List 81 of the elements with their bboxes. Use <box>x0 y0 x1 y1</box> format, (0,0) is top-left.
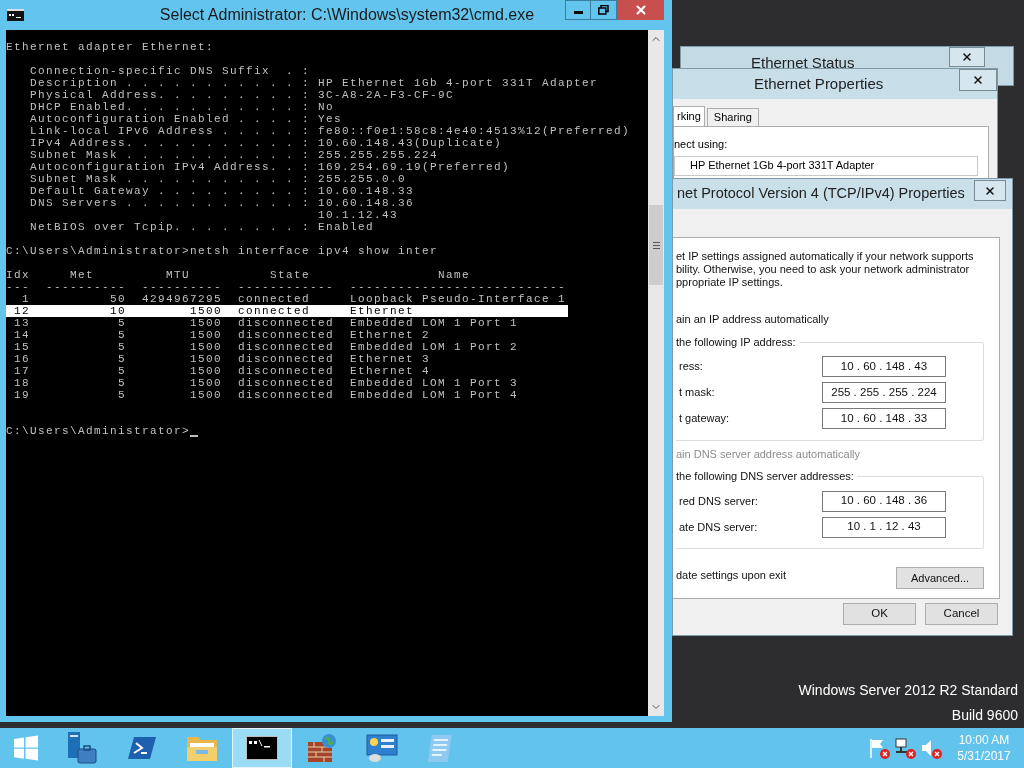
tab[interactable]: rking <box>673 106 705 126</box>
maximize-button[interactable] <box>591 0 617 20</box>
console-line: DNS Servers . . . . . . . . . . . : 10.60.148.36 <box>29 197 415 209</box>
brick-wall-globe-icon <box>306 732 338 764</box>
ip-address-field[interactable]: 10 . 60 . 148 . 43 <box>822 356 946 377</box>
console-line: C:\Users\Administrator>netsh interface ipv4 show inter <box>6 245 439 257</box>
console-prompt: C:\Users\Administrator> <box>6 425 191 437</box>
field-label: red DNS server: <box>679 493 759 509</box>
tab[interactable]: Sharing <box>706 108 759 126</box>
flag-error-icon[interactable] <box>868 737 890 759</box>
console-line: Physical Address. . . . . . . . . : 3C-A8-2A-F3-CF-9C <box>29 89 455 101</box>
network-error-icon[interactable] <box>894 737 916 759</box>
taskbar-button[interactable] <box>232 728 292 768</box>
dialog-button[interactable]: Cancel <box>925 603 998 625</box>
console-line[interactable]: 18 5 1500 disconnected Embedded LOM 1 Port 3 <box>6 377 568 389</box>
console-line: Ethernet adapter Ethernet: <box>6 41 215 53</box>
close-button[interactable] <box>974 180 1006 201</box>
connect-label: nect using: <box>674 137 729 152</box>
console-line[interactable]: 17 5 1500 disconnected Ethernet 4 <box>6 365 568 377</box>
console-line: NetBIOS over Tcpip. . . . . . . . : Enabled <box>29 221 375 233</box>
console-line[interactable]: 14 5 1500 disconnected Ethernet 2 <box>6 329 568 341</box>
console-line: Autoconfiguration IPv4 Address. . : 169.254.69.19(Preferred) <box>29 161 511 173</box>
terminal-prompt-icon <box>127 735 157 761</box>
dialog-title: net Protocol Version 4 (TCP/IPv4) Properties <box>677 184 965 204</box>
console-line: Autoconfiguration Enabled . . . . : Yes <box>29 113 343 125</box>
close-button[interactable] <box>617 0 664 20</box>
control-panel-icon <box>366 733 398 763</box>
field-label: t mask: <box>679 385 716 401</box>
console-line: Description . . . . . . . . . . . : HP Ethernet 1Gb 4-port 331T Adapter <box>29 77 599 89</box>
console-line[interactable]: 15 5 1500 disconnected Embedded LOM 1 Port 2 <box>6 341 568 353</box>
radio-label[interactable]: ain an IP address automatically <box>676 311 999 328</box>
intro-text: ppropriate IP settings. <box>676 276 784 289</box>
console-line[interactable]: 1 50 4294967295 connected Loopback Pseudo-Interface 1 <box>6 293 568 305</box>
console-app-icon <box>7 9 24 21</box>
close-icon <box>633 3 648 17</box>
field-label: t gateway: <box>679 411 731 427</box>
console-line: Idx Met MTU State Name <box>6 269 471 281</box>
adapter-field: HP Ethernet 1Gb 4-port 331T Adapter <box>674 155 978 176</box>
close-icon <box>972 74 984 86</box>
advanced-button[interactable]: Advanced... <box>896 567 984 589</box>
console-line: 10.1.12.43 <box>317 209 399 221</box>
console-window-icon <box>246 736 278 760</box>
intro-text: bility. Otherwise, you need to ask your network administrator <box>676 263 971 276</box>
build-text: Build 9600 <box>951 706 1018 725</box>
minimize-icon <box>573 11 583 14</box>
ip-address-field[interactable]: 10 . 60 . 148 . 33 <box>822 408 946 429</box>
dialog-button[interactable]: OK <box>843 603 916 625</box>
server-toolbox-icon <box>66 731 98 765</box>
console-line: Link-local IPv6 Address . . . . . : fe80::f0e1:58c8:4e40:4513%12(Preferred) <box>29 125 631 137</box>
scroll-thumb[interactable] <box>649 205 663 285</box>
console-line[interactable]: 16 5 1500 disconnected Ethernet 3 <box>6 353 568 365</box>
scrollbar[interactable] <box>648 30 664 716</box>
console-line: Connection-specific DNS Suffix . : <box>29 65 311 77</box>
dialog-title: Ethernet Status <box>751 53 855 73</box>
console-line: --- ---------- ---------- ------------ --------------------------- <box>6 281 567 293</box>
windows-logo-icon <box>13 735 39 761</box>
window-title: Select Administrator: C:\Windows\system32\cmd.exe <box>159 5 535 25</box>
field-label: ate DNS server: <box>679 519 759 535</box>
edition-text: Windows Server 2012 R2 Standard <box>798 681 1018 700</box>
ip-address-field[interactable]: 255 . 255 . 255 . 224 <box>822 382 946 403</box>
console-line: IPv4 Address. . . . . . . . . . . : 10.60.148.43(Duplicate) <box>29 137 503 149</box>
console-line: Default Gateway . . . . . . . . . : 10.60.148.33 <box>29 185 415 197</box>
field-label: ress: <box>679 359 704 375</box>
console-line[interactable]: 19 5 1500 disconnected Embedded LOM 1 Port 4 <box>6 389 568 401</box>
intro-text: et IP settings assigned automatically if your network supports <box>676 250 975 263</box>
close-button[interactable] <box>949 47 985 67</box>
group-legend: the following DNS server addresses: <box>676 469 857 483</box>
text-cursor <box>190 435 199 437</box>
close-button[interactable] <box>959 69 997 91</box>
close-icon <box>961 51 973 63</box>
close-icon <box>984 184 996 197</box>
console-line: Subnet Mask . . . . . . . . . . . : 255.255.255.224 <box>29 149 439 161</box>
console-line: DHCP Enabled. . . . . . . . . . . : No <box>29 101 335 113</box>
ip-address-field[interactable]: 10 . 60 . 148 . 36 <box>822 490 946 512</box>
dialog-title: Ethernet Properties <box>754 73 884 94</box>
minimize-button[interactable] <box>565 0 591 20</box>
ip-address-field[interactable]: 10 . 1 . 12 . 43 <box>822 516 946 538</box>
checkbox-label[interactable]: date settings upon exit <box>676 566 787 584</box>
console-line[interactable]: 13 5 1500 disconnected Embedded LOM 1 Port 1 <box>6 317 568 329</box>
console-line: Subnet Mask . . . . . . . . . . . : 255.255.0.0 <box>29 173 407 185</box>
restore-icon <box>598 5 609 15</box>
